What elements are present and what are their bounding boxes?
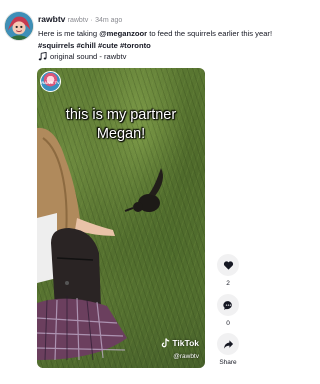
tiktok-post: rawbtv rawbtv · 34m ago Here is me takin… [0,0,290,384]
like-action: 2 [217,254,239,288]
video-channel-badge: RAWB TV [40,71,61,92]
share-button[interactable] [217,333,239,355]
sound-link[interactable]: original sound - rawbtv [38,51,126,62]
music-note-icon [38,51,47,61]
video-overlay-caption: this is my partner Megan! [37,106,205,144]
comment-button[interactable] [217,294,239,316]
hashtag-link[interactable]: #squirrels [38,41,74,50]
overlay-line-1: this is my partner [65,107,177,123]
comment-count: 0 [226,320,230,327]
tiktok-logo-icon [162,338,170,348]
comment-action: 0 [217,294,239,328]
post-timestamp: 34m ago [95,17,123,24]
share-icon [223,339,233,349]
caption-text: Here is me taking [38,29,100,38]
author-username[interactable]: rawbtv [38,14,65,24]
watermark-handle: @rawbtv [173,353,199,360]
heart-icon [223,260,233,270]
meta-separator: · [90,17,93,24]
hashtag-link[interactable]: #toronto [120,41,151,50]
post-caption: Here is me taking @meganzoor to feed the… [38,28,286,52]
sound-label: original sound - rawbtv [50,52,127,61]
caption-text-end: to feed the squirrels earlier this year! [147,29,273,38]
video-player[interactable]: RAWB TV this is my partner Megan! TikTok… [37,68,205,368]
share-action: Share [217,333,239,367]
author-line: rawbtv rawbtv · 34m ago [38,14,122,26]
caption-mention[interactable]: @meganzoor [99,29,147,38]
overlay-line-2: Megan! [96,126,146,142]
author-nickname: rawbtv [67,17,89,24]
hashtag-link[interactable]: #cute [98,41,118,50]
tiktok-brand-label: TikTok [172,338,199,348]
like-button[interactable] [217,254,239,276]
like-count: 2 [226,280,230,287]
author-avatar[interactable] [4,11,34,41]
comment-icon [222,300,232,310]
share-label: Share [219,359,237,366]
hashtag-link[interactable]: #chill [76,41,95,50]
tiktok-watermark: TikTok [161,338,199,348]
